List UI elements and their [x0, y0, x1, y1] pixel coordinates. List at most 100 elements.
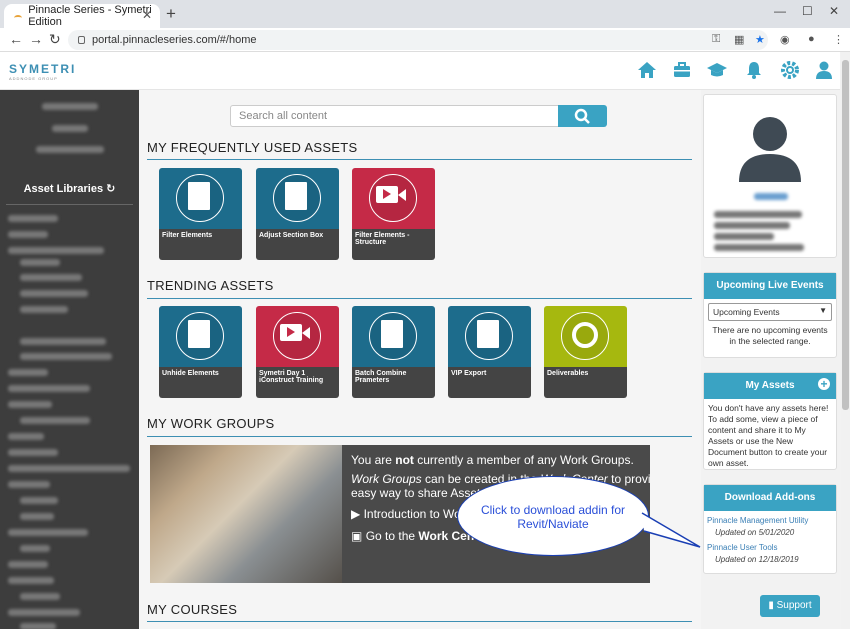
profile-name[interactable]: [754, 193, 788, 200]
asset-tile[interactable]: Symetri Day 1 iConstruct Training: [256, 306, 339, 398]
download-addons-title: Download Add-ons: [704, 485, 836, 511]
refresh-icon[interactable]: ↻: [106, 183, 115, 195]
home-icon[interactable]: [637, 60, 657, 80]
asset-tile[interactable]: Filter Elements: [159, 168, 242, 260]
sidebar-link[interactable]: [36, 146, 104, 153]
settings-gear-icon[interactable]: [780, 60, 800, 80]
library-item[interactable]: [20, 290, 88, 297]
asset-tile[interactable]: Deliverables: [544, 306, 627, 398]
library-item[interactable]: [8, 449, 58, 456]
library-item[interactable]: [20, 545, 50, 552]
addon-updated-date: Updated on 12/18/2019: [715, 555, 799, 564]
intro-video-link[interactable]: ▶ Introduction to Wor: [351, 507, 465, 521]
library-item[interactable]: [8, 433, 44, 440]
translate-icon[interactable]: ▦: [734, 33, 744, 46]
support-button[interactable]: ▮ Support: [760, 595, 820, 617]
addon-updated-date: Updated on 5/01/2020: [715, 528, 795, 537]
library-item[interactable]: [8, 481, 50, 488]
asset-tile[interactable]: Filter Elements - Structure: [352, 168, 435, 260]
search-input[interactable]: Search all content: [230, 105, 559, 127]
search-button[interactable]: [558, 105, 607, 127]
sidebar-link[interactable]: [52, 125, 88, 132]
symetri-logo[interactable]: SYMETRI: [9, 62, 76, 76]
my-assets-title: My Assets: [745, 380, 795, 391]
library-item[interactable]: [20, 623, 56, 629]
tile-label: Symetri Day 1 iConstruct Training: [256, 367, 339, 398]
minimize-icon[interactable]: —: [774, 4, 786, 18]
my-assets-panel: My Assets + You don't have any assets he…: [703, 372, 837, 470]
library-item[interactable]: [8, 369, 48, 376]
back-icon[interactable]: ←: [9, 31, 23, 47]
download-callout: Click to download addin for Revit/Naviat…: [457, 476, 649, 556]
library-item[interactable]: [20, 274, 82, 281]
addon-user-tools-link[interactable]: Pinnacle User Tools: [707, 543, 833, 552]
section-divider: [147, 436, 692, 437]
events-range-select[interactable]: Upcoming Events ▼: [708, 303, 832, 321]
asset-tile[interactable]: VIP Export: [448, 306, 531, 398]
library-item[interactable]: [8, 577, 54, 584]
tile-thumbnail: [352, 306, 435, 367]
chat-icon: ▮: [768, 600, 774, 611]
avatar[interactable]: [731, 106, 809, 184]
scrollbar-thumb[interactable]: [842, 60, 849, 410]
asset-tile[interactable]: Unhide Elements: [159, 306, 242, 398]
library-item[interactable]: [8, 401, 52, 408]
library-item[interactable]: [8, 247, 104, 254]
asset-libraries-title[interactable]: Asset Libraries ↻: [0, 182, 139, 195]
bell-icon[interactable]: [744, 60, 764, 80]
key-icon[interactable]: ⚿: [712, 33, 720, 46]
trending-assets-heading: TRENDING ASSETS: [147, 278, 274, 293]
briefcase-icon[interactable]: [672, 60, 692, 80]
document-icon: [477, 320, 499, 348]
reload-icon[interactable]: ↻: [49, 31, 61, 48]
library-item[interactable]: [8, 465, 130, 472]
library-item[interactable]: [20, 497, 58, 504]
graduation-cap-icon[interactable]: [707, 60, 727, 80]
browser-tab[interactable]: Pinnacle Series - Symetri Edition ✕: [4, 4, 160, 28]
tile-label: VIP Export: [448, 367, 531, 398]
library-item[interactable]: [8, 231, 48, 238]
library-item[interactable]: [20, 338, 106, 345]
new-tab-button[interactable]: +: [166, 4, 176, 24]
library-item[interactable]: [20, 353, 112, 360]
extension-icon[interactable]: ◉: [780, 33, 790, 46]
upcoming-events-title: Upcoming Live Events: [704, 273, 836, 299]
callout-pointer: [641, 512, 701, 548]
work-center-link[interactable]: ▣ Go to the Work Cen: [351, 529, 474, 543]
search-icon: [574, 108, 590, 124]
profile-detail: [714, 233, 774, 240]
asset-tile[interactable]: Batch Combine Prameters: [352, 306, 435, 398]
library-item[interactable]: [8, 385, 90, 392]
library-item[interactable]: [20, 417, 90, 424]
library-item[interactable]: [20, 513, 54, 520]
window-close-icon[interactable]: ✕: [829, 4, 839, 18]
library-item[interactable]: [20, 259, 60, 266]
addon-management-utility-link[interactable]: Pinnacle Management Utility: [707, 516, 833, 525]
work-groups-notice: You are not currently a member of any Wo…: [351, 453, 634, 467]
forward-icon[interactable]: →: [29, 31, 43, 47]
profile-icon[interactable]: ●: [808, 33, 815, 45]
library-item[interactable]: [20, 306, 68, 313]
profile-card: [703, 94, 837, 258]
add-asset-icon[interactable]: +: [818, 378, 830, 390]
tile-thumbnail: [352, 168, 435, 229]
main-content: Search all content MY FREQUENTLY USED AS…: [139, 90, 701, 629]
section-divider: [147, 621, 692, 622]
right-column: Upcoming Live Events Upcoming Events ▼ T…: [701, 90, 841, 629]
menu-kebab-icon[interactable]: ⋮: [833, 33, 844, 46]
maximize-icon[interactable]: ☐: [802, 4, 813, 18]
avatar-icon: [739, 117, 801, 182]
document-icon: [381, 320, 403, 348]
url-field[interactable]: portal.pinnacleseries.com/#/home: [68, 30, 768, 50]
bookmark-star-icon[interactable]: ★: [755, 33, 765, 46]
asset-tile[interactable]: Adjust Section Box: [256, 168, 339, 260]
library-item[interactable]: [8, 561, 48, 568]
sidebar-link[interactable]: [42, 103, 98, 110]
close-tab-icon[interactable]: ✕: [142, 8, 152, 22]
library-item[interactable]: [8, 215, 58, 222]
library-item[interactable]: [8, 609, 80, 616]
library-item[interactable]: [20, 593, 60, 600]
tile-label: Filter Elements: [159, 229, 242, 260]
user-icon[interactable]: [814, 60, 834, 80]
library-item[interactable]: [8, 529, 88, 536]
